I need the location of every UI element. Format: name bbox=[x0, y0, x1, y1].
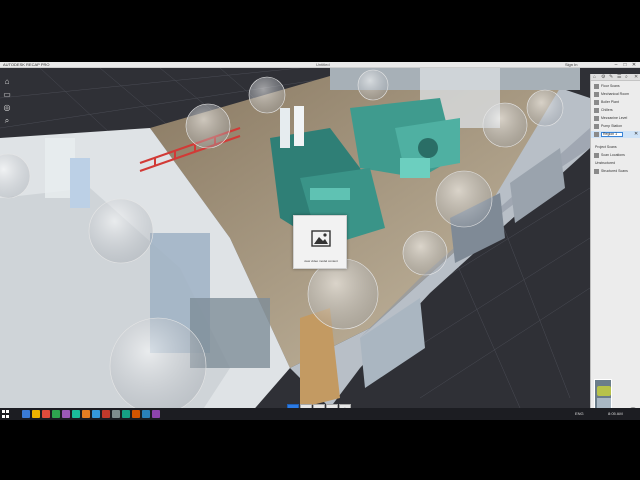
taskbar-app-icon[interactable] bbox=[142, 410, 150, 418]
taskbar-clock[interactable]: 8:05 AM bbox=[608, 408, 623, 420]
list-item[interactable]: Floor Scans bbox=[591, 83, 640, 90]
list-item[interactable]: Mezzanine Level bbox=[591, 115, 640, 122]
taskbar-apps bbox=[22, 410, 160, 418]
taskbar-app-icon[interactable] bbox=[82, 410, 90, 418]
section-scan-locations[interactable]: Scan Locations bbox=[591, 152, 640, 159]
image-placeholder[interactable]: view video model content bbox=[293, 215, 347, 269]
project-panel: ⌂ ⚙ ✎ ☰ ⌕ ✕ Floor Scans Mechanical Room … bbox=[590, 74, 640, 420]
region-swatch bbox=[594, 132, 599, 137]
list-item[interactable]: Chillers bbox=[591, 107, 640, 114]
section-project-scans[interactable]: Project Scans bbox=[591, 144, 640, 151]
panel-gear-icon[interactable]: ⚙ bbox=[601, 74, 605, 81]
panel-close-icon[interactable]: ✕ bbox=[634, 74, 638, 81]
taskbar-app-icon[interactable] bbox=[42, 410, 50, 418]
windows-taskbar: ENG 8:05 AM bbox=[0, 408, 640, 420]
list-item[interactable]: Pump Station bbox=[591, 123, 640, 130]
region-swatch bbox=[594, 92, 599, 97]
taskbar-app-icon[interactable] bbox=[92, 410, 100, 418]
section-swatch bbox=[594, 169, 599, 174]
taskbar-app-icon[interactable] bbox=[52, 410, 60, 418]
region-swatch bbox=[594, 124, 599, 129]
region-swatch bbox=[594, 100, 599, 105]
left-toolbar: ⌂ ▭ ◎ ⌕ bbox=[2, 76, 12, 128]
panel-edit-icon[interactable]: ✎ bbox=[609, 74, 613, 81]
panel-list-icon[interactable]: ☰ bbox=[617, 74, 621, 81]
region-name-input[interactable]: Region 1 bbox=[601, 132, 623, 137]
taskbar-app-icon[interactable] bbox=[62, 410, 70, 418]
section-unstructured[interactable]: Unstructured bbox=[591, 160, 640, 167]
taskbar-app-icon[interactable] bbox=[122, 410, 130, 418]
taskbar-app-icon[interactable] bbox=[72, 410, 80, 418]
list-item[interactable]: Mechanical Room bbox=[591, 91, 640, 98]
region-swatch bbox=[594, 108, 599, 113]
taskbar-app-icon[interactable] bbox=[22, 410, 30, 418]
taskbar-app-icon[interactable] bbox=[152, 410, 160, 418]
region-swatch bbox=[594, 116, 599, 121]
point-cloud-viewport[interactable]: ⌂ ▭ ◎ ⌕ view video model content ⌂ ⚙ ✎ ☰… bbox=[0, 68, 640, 420]
list-item[interactable]: Boiler Plant bbox=[591, 99, 640, 106]
region-list: Floor Scans Mechanical Room Boiler Plant… bbox=[591, 83, 640, 176]
placeholder-caption: view video model content bbox=[304, 259, 338, 263]
section-structured-scans[interactable]: Structured Scans bbox=[591, 168, 640, 175]
taskbar-app-icon[interactable] bbox=[132, 410, 140, 418]
panel-sections: Project Scans Scan Locations Unstructure… bbox=[591, 144, 640, 175]
taskbar-app-icon[interactable] bbox=[32, 410, 40, 418]
taskbar-app-icon[interactable] bbox=[102, 410, 110, 418]
image-icon bbox=[311, 230, 331, 247]
panel-search-icon[interactable]: ⌕ bbox=[625, 74, 628, 81]
app-window: AUTODESK RECAP PRO Untitled Sign In – □ … bbox=[0, 62, 640, 420]
section-swatch bbox=[594, 153, 599, 158]
rename-close-icon[interactable]: ✕ bbox=[634, 131, 638, 138]
panel-home-icon[interactable]: ⌂ bbox=[593, 74, 596, 81]
taskbar-app-icon[interactable] bbox=[112, 410, 120, 418]
monitor-icon[interactable]: ▭ bbox=[2, 89, 12, 101]
panel-toolbar: ⌂ ⚙ ✎ ☰ ⌕ ✕ bbox=[591, 74, 640, 81]
home-icon[interactable]: ⌂ bbox=[2, 76, 12, 88]
target-icon[interactable]: ◎ bbox=[2, 102, 12, 114]
search-icon[interactable]: ⌕ bbox=[2, 115, 12, 127]
region-rename-row[interactable]: Region 1 ✕ bbox=[591, 131, 640, 138]
windows-start-icon[interactable] bbox=[2, 410, 10, 418]
region-swatch bbox=[594, 84, 599, 89]
input-language[interactable]: ENG bbox=[575, 408, 584, 420]
